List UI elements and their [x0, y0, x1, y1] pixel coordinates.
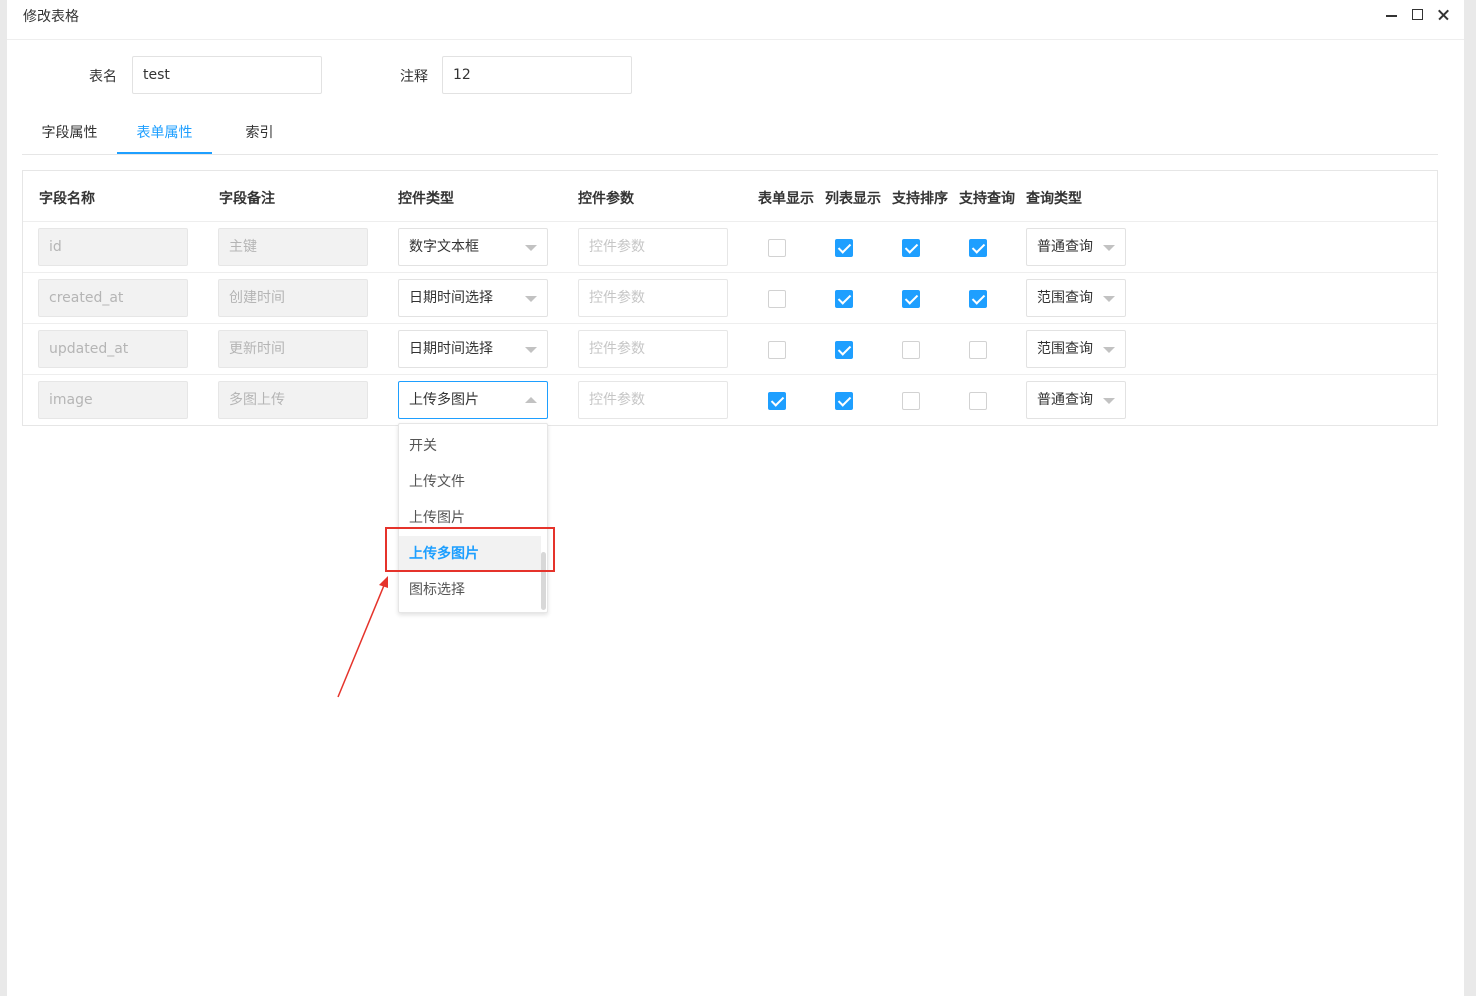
control-params-input[interactable]: 控件参数 [578, 330, 728, 368]
tab-form-attributes[interactable]: 表单属性 [117, 113, 212, 154]
field-name-input: created_at [38, 279, 188, 317]
sortable-checkbox[interactable] [902, 341, 920, 359]
tab-index[interactable]: 索引 [227, 113, 292, 154]
tab-bar: 字段属性 表单属性 索引 [22, 113, 1438, 155]
query-type-select[interactable]: 范围查询 [1026, 279, 1126, 317]
form-show-checkbox[interactable] [768, 290, 786, 308]
control-type-value: 日期时间选择 [409, 341, 493, 357]
comment-input[interactable]: 12 [442, 56, 632, 94]
dropdown-option[interactable]: 开关 [399, 428, 541, 464]
dropdown-scrollbar[interactable] [541, 552, 546, 610]
table-row: id 主键 数字文本框 控件参数 普通查询 [23, 222, 1437, 273]
minimize-icon[interactable] [1383, 6, 1401, 24]
tab-field-attributes[interactable]: 字段属性 [22, 113, 117, 154]
dropdown-option-selected[interactable]: 上传多图片 [399, 536, 541, 572]
chevron-down-icon [525, 347, 537, 353]
control-type-value: 数字文本框 [409, 239, 479, 255]
field-name-input: id [38, 228, 188, 266]
query-type-select[interactable]: 范围查询 [1026, 330, 1126, 368]
header-form-show: 表单显示 [758, 191, 814, 207]
list-show-checkbox[interactable] [835, 392, 853, 410]
chevron-up-icon [525, 397, 537, 403]
list-show-checkbox[interactable] [835, 239, 853, 257]
field-remark-input: 创建时间 [218, 279, 368, 317]
table-row: updated_at 更新时间 日期时间选择 控件参数 范围查询 [23, 323, 1437, 374]
field-name-input: updated_at [38, 330, 188, 368]
chevron-down-icon [1103, 245, 1115, 251]
header-control-type: 控件类型 [398, 191, 454, 207]
query-type-value: 范围查询 [1037, 290, 1093, 306]
sortable-checkbox[interactable] [902, 290, 920, 308]
header-field-name: 字段名称 [39, 191, 95, 207]
chevron-down-icon [525, 296, 537, 302]
dropdown-option[interactable]: 上传图片 [399, 500, 541, 536]
searchable-checkbox[interactable] [969, 290, 987, 308]
query-type-select[interactable]: 普通查询 [1026, 228, 1126, 266]
chevron-down-icon [525, 245, 537, 251]
sortable-checkbox[interactable] [902, 392, 920, 410]
control-type-select[interactable]: 日期时间选择 [398, 330, 548, 368]
control-type-dropdown: 开关 上传文件 上传图片 上传多图片 图标选择 [398, 423, 548, 613]
chevron-down-icon [1103, 296, 1115, 302]
edit-table-dialog: 修改表格 表名 test 注释 12 字段属性 表单属性 索引 字段名称 字段备… [7, 0, 1464, 996]
header-searchable: 支持查询 [959, 191, 1015, 207]
form-show-checkbox[interactable] [768, 239, 786, 257]
control-params-input[interactable]: 控件参数 [578, 381, 728, 419]
control-type-select[interactable]: 日期时间选择 [398, 279, 548, 317]
header-control-params: 控件参数 [578, 191, 634, 207]
query-type-value: 范围查询 [1037, 341, 1093, 357]
table-name-input[interactable]: test [132, 56, 322, 94]
chevron-down-icon [1103, 347, 1115, 353]
form-show-checkbox[interactable] [768, 392, 786, 410]
title-bar: 修改表格 [7, 0, 1464, 40]
dialog-title: 修改表格 [23, 9, 79, 25]
query-type-value: 普通查询 [1037, 239, 1093, 255]
close-icon[interactable] [1435, 6, 1453, 24]
fields-table: 字段名称 字段备注 控件类型 控件参数 表单显示 列表显示 支持排序 支持查询 … [22, 170, 1438, 426]
list-show-checkbox[interactable] [835, 341, 853, 359]
control-params-input[interactable]: 控件参数 [578, 279, 728, 317]
header-list-show: 列表显示 [825, 191, 881, 207]
control-type-value: 日期时间选择 [409, 290, 493, 306]
searchable-checkbox[interactable] [969, 341, 987, 359]
control-params-input[interactable]: 控件参数 [578, 228, 728, 266]
dropdown-option[interactable]: 上传文件 [399, 464, 541, 500]
chevron-down-icon [1103, 398, 1115, 404]
form-show-checkbox[interactable] [768, 341, 786, 359]
query-type-select[interactable]: 普通查询 [1026, 381, 1126, 419]
searchable-checkbox[interactable] [969, 239, 987, 257]
header-sortable: 支持排序 [892, 191, 948, 207]
dropdown-option[interactable]: 图标选择 [399, 572, 541, 608]
table-row: created_at 创建时间 日期时间选择 控件参数 范围查询 [23, 272, 1437, 323]
table-row: image 多图上传 上传多图片 控件参数 普通查询 [23, 374, 1437, 425]
field-remark-input: 主键 [218, 228, 368, 266]
searchable-checkbox[interactable] [969, 392, 987, 410]
header-field-remark: 字段备注 [219, 191, 275, 207]
control-type-select[interactable]: 上传多图片 [398, 381, 548, 419]
field-remark-input: 更新时间 [218, 330, 368, 368]
control-type-select[interactable]: 数字文本框 [398, 228, 548, 266]
query-type-value: 普通查询 [1037, 392, 1093, 408]
sortable-checkbox[interactable] [902, 239, 920, 257]
comment-label: 注释 [400, 69, 428, 85]
field-remark-input: 多图上传 [218, 381, 368, 419]
control-type-value: 上传多图片 [409, 392, 479, 408]
maximize-icon[interactable] [1409, 6, 1427, 24]
table-name-label: 表名 [89, 69, 117, 85]
list-show-checkbox[interactable] [835, 290, 853, 308]
field-name-input: image [38, 381, 188, 419]
header-query-type: 查询类型 [1026, 191, 1082, 207]
